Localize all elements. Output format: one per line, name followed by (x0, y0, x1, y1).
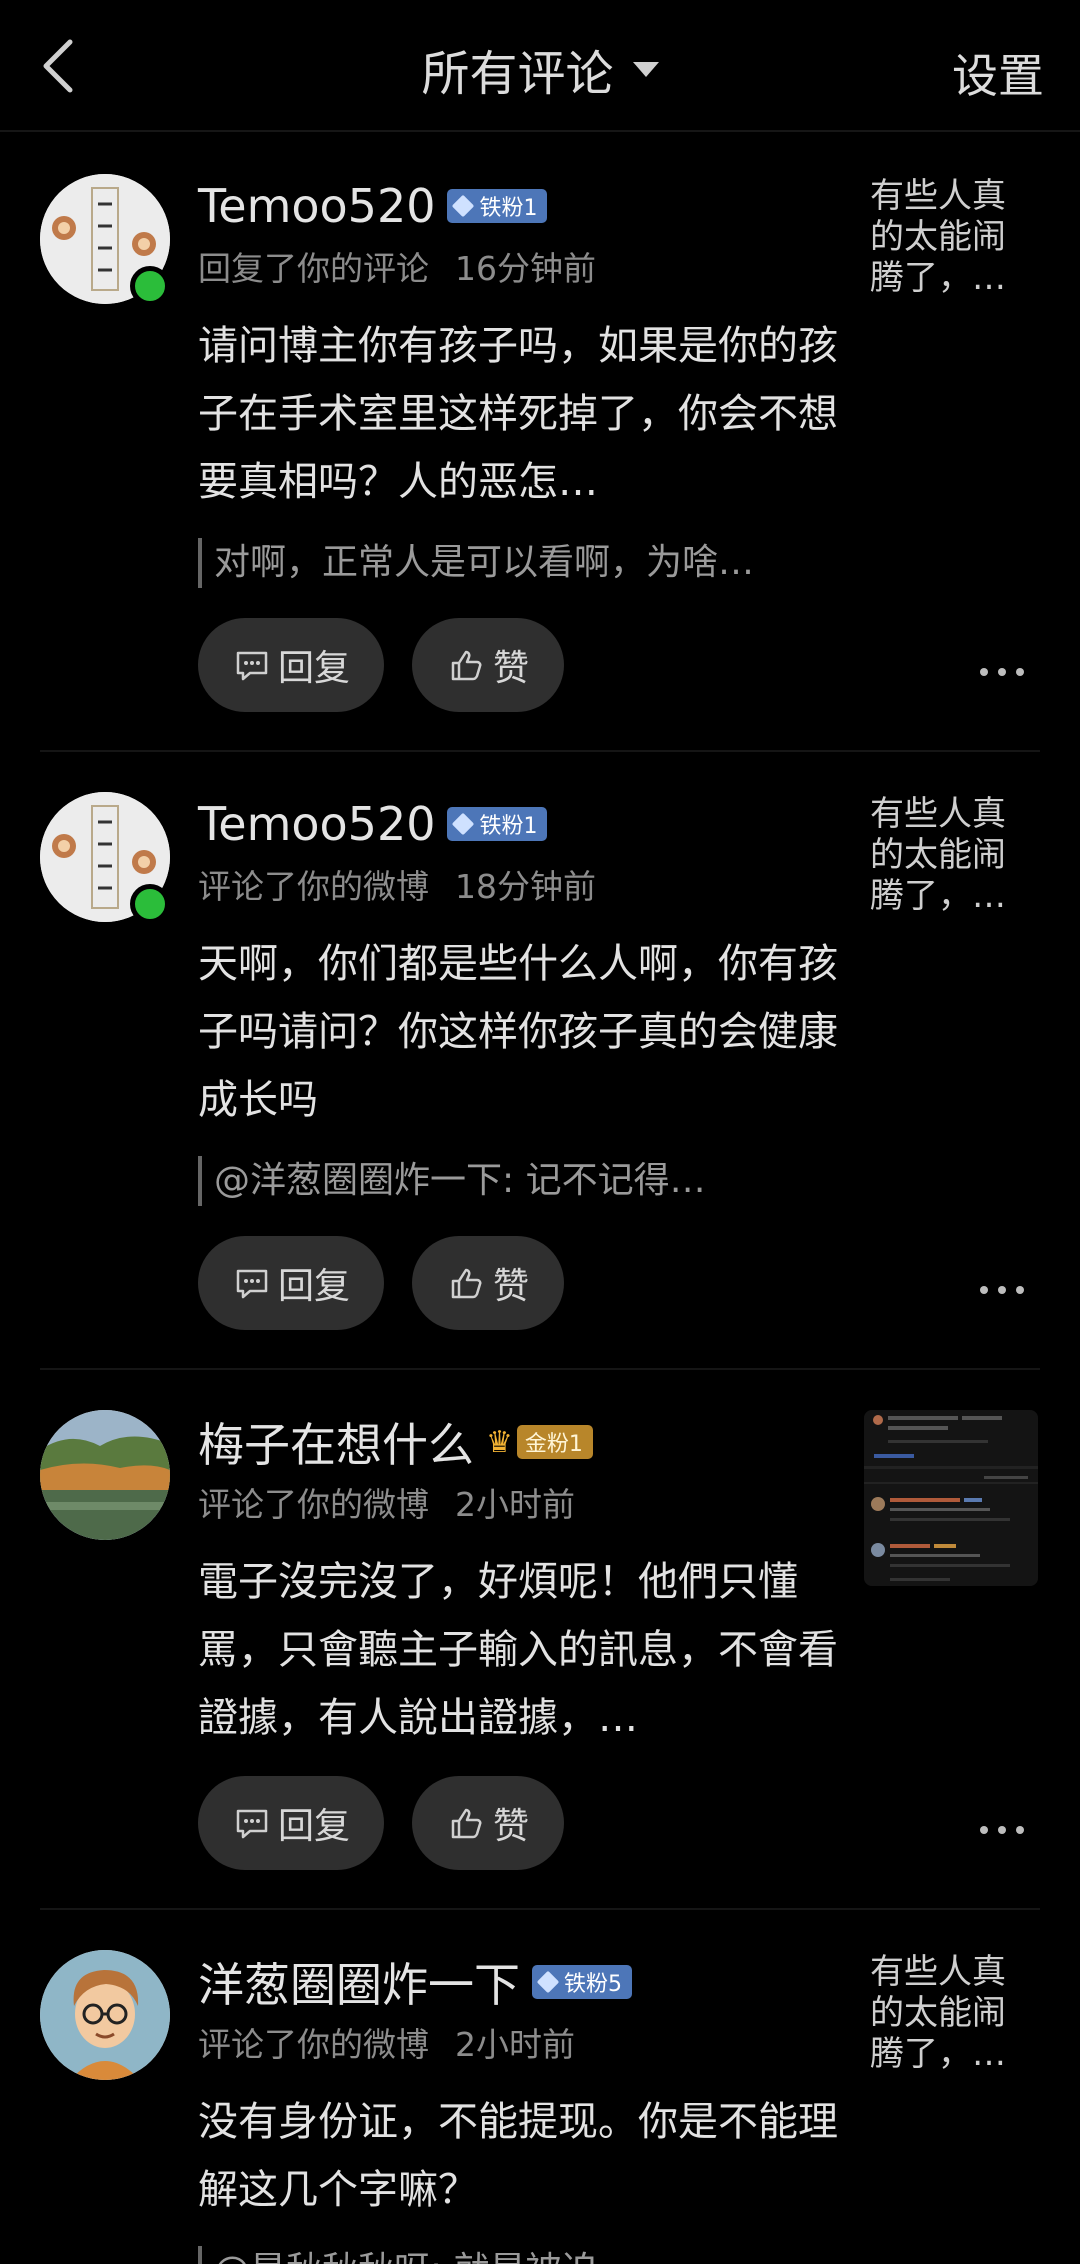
reply-button[interactable]: 回复 (198, 618, 384, 712)
top-bar: 所有评论 设置 (0, 0, 1080, 132)
online-status-dot (130, 884, 170, 924)
diamond-icon (452, 812, 475, 836)
badge-label: 铁粉1 (479, 814, 538, 839)
like-button[interactable]: 赞 (412, 1236, 564, 1330)
divider (40, 1908, 1040, 1910)
thumbs-up-icon (451, 650, 482, 681)
page-title: 所有评论 (421, 46, 614, 102)
diamond-icon (536, 1970, 560, 1994)
avatar[interactable] (40, 1410, 170, 1540)
original-post-preview[interactable]: 有些人真的太能闹腾了，… (870, 1952, 1030, 2075)
settings-button[interactable]: 设置 (952, 40, 1044, 106)
quoted-comment[interactable]: @洋葱圈圈炸一下: 记不记得… (198, 1156, 838, 1206)
fan-badge: 金粉1 (516, 1425, 593, 1459)
avatar[interactable] (40, 1950, 170, 2080)
comment-text[interactable]: 没有身份证，不能提现。你是不能理解这几个字嘛？ (198, 2088, 838, 2224)
badge-label: 金粉1 (524, 1432, 583, 1457)
comment-meta: 评论了你的微博 18分钟前 (198, 860, 596, 908)
timestamp: 18分钟前 (455, 867, 596, 906)
username[interactable]: 梅子在想什么 (198, 1409, 474, 1475)
timestamp: 2小时前 (455, 1485, 575, 1524)
divider (40, 1368, 1040, 1370)
fan-badge: 铁粉1 (447, 807, 548, 841)
username[interactable]: Temoo520 (198, 179, 435, 233)
action-text: 评论了你的微博 (198, 2025, 429, 2064)
username[interactable]: Temoo520 (198, 797, 435, 851)
username[interactable]: 洋葱圈圈炸一下 (198, 1949, 520, 2015)
action-text: 评论了你的微博 (198, 1485, 429, 1524)
comment-meta: 评论了你的微博 2小时前 (198, 1478, 575, 1526)
quoted-comment[interactable]: @是秋秋秋呀: 就是被迫… (198, 2246, 838, 2264)
thumbs-up-icon (451, 1808, 482, 1839)
diamond-icon (452, 194, 475, 218)
reply-label: 回复 (277, 648, 350, 689)
fan-badge: 铁粉5 (532, 1965, 632, 1999)
original-post-preview[interactable]: 有些人真的太能闹腾了，… (870, 176, 1030, 299)
badge-label: 铁粉1 (479, 196, 538, 221)
timestamp: 16分钟前 (455, 249, 596, 288)
more-options-icon[interactable] (980, 662, 1024, 682)
comment-meta: 评论了你的微博 2小时前 (198, 2018, 575, 2066)
action-text: 评论了你的微博 (198, 867, 429, 906)
fan-badge: 铁粉1 (447, 189, 548, 223)
badge-label: 铁粉5 (564, 1972, 622, 1997)
comment-icon (236, 1809, 268, 1839)
comment-text[interactable]: 天啊，你们都是些什么人啊，你有孩子吗请问？你这样你孩子真的会健康成长吗 (198, 930, 838, 1134)
comment-text[interactable]: 電子沒完沒了，好煩呢！他們只懂罵，只會聽主子輸入的訊息，不會看證據，有人說出證據… (198, 1548, 838, 1752)
title-dropdown[interactable]: 所有评论 (0, 34, 1080, 104)
more-options-icon[interactable] (980, 1280, 1024, 1300)
like-label: 赞 (492, 648, 529, 689)
timestamp: 2小时前 (455, 2025, 575, 2064)
thumbs-up-icon (451, 1268, 482, 1299)
caret-down-icon (632, 61, 659, 77)
reply-button[interactable]: 回复 (198, 1236, 384, 1330)
action-text: 回复了你的评论 (198, 249, 429, 288)
crown-icon: ♛ (486, 1424, 513, 1460)
more-options-icon[interactable] (980, 1820, 1024, 1840)
comment-icon (236, 651, 268, 681)
reply-label: 回复 (277, 1266, 350, 1307)
comment-text[interactable]: 请问博主你有孩子吗，如果是你的孩子在手术室里这样死掉了，你会不想要真相吗？人的恶… (198, 312, 838, 516)
like-label: 赞 (492, 1806, 529, 1847)
reply-label: 回复 (277, 1806, 350, 1847)
online-status-dot (130, 266, 170, 306)
reply-button[interactable]: 回复 (198, 1776, 384, 1870)
comment-icon (236, 1269, 268, 1299)
comment-meta: 回复了你的评论 16分钟前 (198, 242, 596, 290)
original-post-thumbnail[interactable] (864, 1410, 1038, 1586)
like-label: 赞 (492, 1266, 529, 1307)
like-button[interactable]: 赞 (412, 618, 564, 712)
original-post-preview[interactable]: 有些人真的太能闹腾了，… (870, 794, 1030, 917)
quoted-comment[interactable]: 对啊，正常人是可以看啊，为啥… (198, 538, 838, 588)
divider (40, 750, 1040, 752)
like-button[interactable]: 赞 (412, 1776, 564, 1870)
